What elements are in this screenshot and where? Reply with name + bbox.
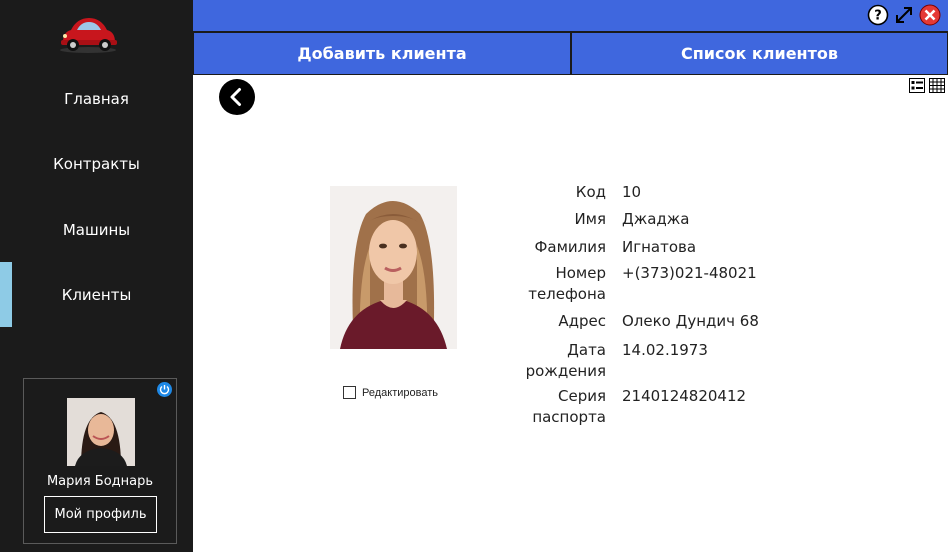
nav-item-clients[interactable]: Клиенты <box>0 275 193 315</box>
power-icon[interactable] <box>157 382 172 397</box>
maximize-icon[interactable] <box>893 4 915 26</box>
avatar <box>67 398 135 466</box>
field-value: Олеко Дундич 68 <box>622 312 759 330</box>
close-icon[interactable] <box>919 4 941 26</box>
nav-item-contracts[interactable]: Контракты <box>0 144 193 184</box>
profile-card: Мария Боднарь Мой профиль <box>23 378 177 544</box>
edit-checkbox[interactable]: Редактировать <box>343 386 438 399</box>
field-value: 2140124820412 <box>622 387 747 405</box>
field-label: Фамилия <box>534 238 606 256</box>
field-label: Имя <box>574 210 606 228</box>
field-value: Джаджа <box>622 210 690 228</box>
field-value: +(373)021-48021 <box>622 264 757 282</box>
back-arrow-icon <box>230 88 241 106</box>
my-profile-button[interactable]: Мой профиль <box>44 496 157 533</box>
field-label: Код <box>575 183 606 201</box>
detail-view-icon[interactable] <box>909 78 925 93</box>
sidebar: Главная Контракты Машины Клиенты Мария Б… <box>0 0 193 552</box>
grid-view-icon[interactable] <box>929 78 945 93</box>
help-icon[interactable]: ? <box>867 4 889 26</box>
tab-bar: Добавить клиента Список клиентов <box>193 31 948 75</box>
svg-text:?: ? <box>874 9 882 24</box>
edit-checkbox-label: Редактировать <box>362 386 438 399</box>
tab-client-list[interactable]: Список клиентов <box>572 33 947 74</box>
field-value: Игнатова <box>622 238 697 256</box>
client-photo <box>330 186 457 349</box>
field-label: Адрес <box>558 312 606 330</box>
nav-item-cars[interactable]: Машины <box>0 210 193 250</box>
field-label: Номер телефона <box>528 264 606 303</box>
field-label: Дата рождения <box>525 341 606 380</box>
field-value: 14.02.1973 <box>622 341 708 359</box>
car-logo-icon <box>60 18 117 53</box>
profile-name: Мария Боднарь <box>46 474 154 489</box>
nav-item-home[interactable]: Главная <box>0 79 193 119</box>
back-button[interactable] <box>219 79 255 115</box>
field-value: 10 <box>622 183 642 201</box>
checkbox-box[interactable] <box>343 386 356 399</box>
title-bar: ? <box>193 0 948 31</box>
field-label: Серия паспорта <box>532 387 606 426</box>
tab-add-client[interactable]: Добавить клиента <box>194 33 570 74</box>
